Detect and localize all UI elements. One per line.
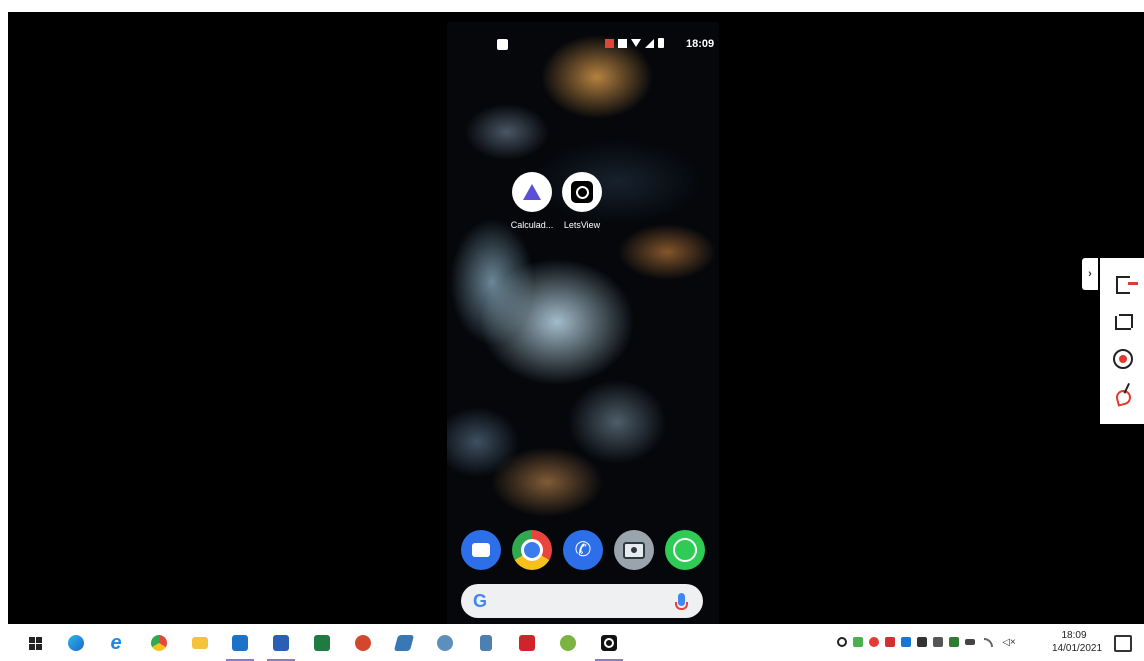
phone-mirror-screen[interactable]: 18:09 Calculad... LetsView ✆ G <box>447 22 719 628</box>
edge-icon[interactable] <box>66 633 86 653</box>
letsview-app-label: LetsView <box>563 220 601 230</box>
record-icon[interactable] <box>1112 348 1134 370</box>
mic-icon[interactable] <box>675 593 688 610</box>
status-icons <box>605 38 664 48</box>
volume-muted-icon[interactable]: ◁× <box>1000 636 1018 648</box>
crop-icon[interactable] <box>1112 312 1134 334</box>
tray-app-icon[interactable] <box>932 636 944 648</box>
ie-icon[interactable]: e <box>106 632 126 654</box>
battery-icon[interactable] <box>964 636 976 648</box>
outlook-icon[interactable] <box>226 633 254 661</box>
letsview-icon <box>571 181 593 203</box>
powerpoint-icon[interactable] <box>353 633 373 653</box>
file-explorer-icon[interactable] <box>190 633 210 653</box>
letsview-tray-icon[interactable] <box>836 636 848 648</box>
excel-icon[interactable] <box>312 633 332 653</box>
google-logo: G <box>473 591 488 611</box>
draw-icon[interactable] <box>1112 386 1134 408</box>
phone-icon[interactable]: ✆ <box>563 530 603 570</box>
camera-icon[interactable] <box>614 530 654 570</box>
mail-icon[interactable] <box>884 636 896 648</box>
windows-taskbar: e ◁× 18:09 14/01/2021 <box>0 624 1144 661</box>
notification-icon <box>497 39 508 50</box>
wifi-icon <box>631 39 641 47</box>
clock-date: 14/01/2021 <box>1052 643 1103 654</box>
tray-app-icon[interactable] <box>948 636 960 648</box>
outlook-tray-icon[interactable] <box>900 636 912 648</box>
signal-icon <box>645 38 654 48</box>
cast-icon <box>605 38 614 48</box>
wifi-icon[interactable] <box>982 636 994 648</box>
tray-app-icon[interactable] <box>852 636 864 648</box>
tray-app-icon[interactable] <box>868 636 880 648</box>
calculator-icon[interactable] <box>476 633 496 653</box>
acrobat-icon[interactable] <box>517 633 537 653</box>
letsview-icon[interactable] <box>595 633 623 661</box>
status-time: 18:09 <box>686 38 715 50</box>
chrome-icon[interactable] <box>149 633 169 653</box>
toolbar-expand-button[interactable]: › <box>1082 258 1098 290</box>
taskbar-clock[interactable]: 18:09 14/01/2021 <box>1052 629 1103 655</box>
messages-icon[interactable] <box>461 530 501 570</box>
android-app-icon[interactable] <box>558 633 578 653</box>
battery-icon <box>658 38 664 48</box>
action-center-icon[interactable] <box>1114 635 1132 652</box>
calculator-app-label: Calculad... <box>510 220 554 230</box>
word-icon[interactable] <box>267 633 295 661</box>
pyramid-icon <box>523 184 541 200</box>
chrome-icon[interactable] <box>512 530 552 570</box>
letsview-app-icon[interactable] <box>562 172 602 212</box>
tray-app-icon[interactable] <box>916 636 928 648</box>
google-search-bar[interactable]: G <box>461 584 703 618</box>
side-toolbar <box>1100 258 1144 424</box>
vibrate-icon <box>618 38 627 48</box>
windows-start-icon[interactable] <box>25 633 45 653</box>
clock-time: 18:09 <box>1061 630 1087 641</box>
calculator-app-icon[interactable] <box>512 172 552 212</box>
phone-status-bar: 18:09 <box>447 22 719 66</box>
notepad-icon[interactable] <box>393 633 415 653</box>
phone-dock: ✆ <box>461 530 705 572</box>
whatsapp-icon[interactable] <box>665 530 705 570</box>
exit-icon[interactable] <box>1112 274 1138 296</box>
paint-icon[interactable] <box>435 633 455 653</box>
